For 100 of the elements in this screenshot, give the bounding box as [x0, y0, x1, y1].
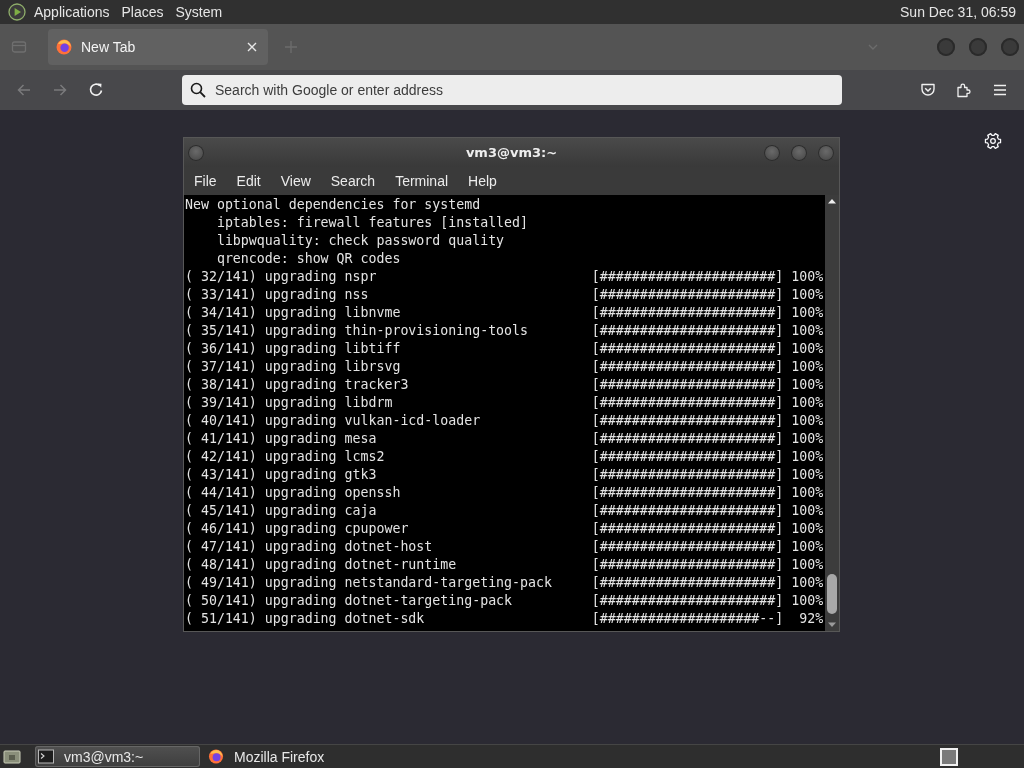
terminal-line: qrencode: show QR codes [216, 251, 401, 266]
percent-text: 100% [791, 538, 824, 556]
percent-text: 100% [791, 358, 824, 376]
address-field[interactable]: Search with Google or enter address [182, 75, 842, 105]
percent-text: 100% [791, 340, 824, 358]
percent-text: 100% [791, 322, 824, 340]
progress-bar-text: [######################] [591, 322, 784, 340]
arrow-right-icon [52, 82, 68, 98]
panel-menu[interactable]: Applications [28, 0, 116, 24]
terminal-line: ( 34/141) upgrading libnvme [185, 304, 401, 322]
menu-item[interactable]: Edit [226, 168, 271, 194]
progress-bar-text: [####################--] [591, 610, 784, 628]
menu-item[interactable]: File [184, 168, 227, 194]
browser-logo-icon [208, 749, 224, 764]
percent-text: 92% [799, 610, 824, 628]
show-desktop-icon[interactable] [3, 748, 21, 765]
progress-bar-text: [######################] [591, 412, 784, 430]
reload-icon [88, 82, 104, 98]
arrow-left-icon [16, 82, 32, 98]
taskbar-button[interactable]: Mozilla Firefox [205, 746, 333, 767]
percent-text: 100% [791, 556, 824, 574]
percent-text: 100% [791, 448, 824, 466]
terminal-line: ( 43/141) upgrading gtk3 [185, 466, 377, 484]
scroll-down-icon[interactable] [827, 622, 837, 628]
progress-bar-text: [######################] [591, 574, 784, 592]
percent-text: 100% [791, 394, 824, 412]
percent-text: 100% [791, 520, 824, 538]
terminal-line: ( 51/141) upgrading dotnet-sdk [185, 610, 425, 628]
terminal-line: ( 35/141) upgrading thin-provisioning-tools [185, 322, 529, 340]
window-control-button[interactable] [791, 144, 807, 161]
terminal-line: ( 39/141) upgrading libdrm [185, 394, 393, 412]
progress-bar-text: [######################] [591, 448, 784, 466]
progress-bar-text: [######################] [591, 466, 784, 484]
percent-text: 100% [791, 268, 824, 286]
panel-menu[interactable]: System [169, 0, 229, 24]
settings-icon[interactable] [984, 132, 1002, 150]
progress-bar-text: [######################] [591, 592, 784, 610]
terminal-line: ( 42/141) upgrading lcms2 [185, 448, 385, 466]
window-control-button[interactable] [818, 144, 834, 161]
percent-text: 100% [791, 304, 824, 322]
terminal-icon [38, 749, 54, 764]
window-menu-button[interactable] [188, 144, 204, 161]
terminal-line: ( 36/141) upgrading libtiff [185, 340, 401, 358]
puzzle-icon [956, 82, 972, 98]
menu-icon [992, 82, 1008, 98]
progress-bar-text: [######################] [591, 538, 784, 556]
terminal-line: ( 45/141) upgrading caja [185, 502, 377, 520]
progress-bar-text: [######################] [591, 304, 784, 322]
percent-text: 100% [791, 574, 824, 592]
window-control-button[interactable] [764, 144, 780, 161]
close-icon[interactable] [246, 41, 258, 53]
menu-item[interactable]: View [270, 168, 321, 194]
terminal-line: ( 40/141) upgrading vulkan-icd-loader [185, 412, 481, 430]
progress-bar-text: [######################] [591, 376, 784, 394]
terminal-line: ( 48/141) upgrading dotnet-runtime [185, 556, 457, 574]
terminal-line: ( 50/141) upgrading dotnet-targeting-pack [185, 592, 513, 610]
progress-bar-text: [######################] [591, 286, 784, 304]
percent-text: 100% [791, 286, 824, 304]
percent-text: 100% [791, 484, 824, 502]
workspace-switcher[interactable] [940, 747, 958, 766]
scroll-up-icon[interactable] [827, 198, 837, 204]
progress-bar-text: [######################] [591, 268, 784, 286]
terminal-line: ( 47/141) upgrading dotnet-host [185, 538, 433, 556]
percent-text: 100% [791, 592, 824, 610]
progress-bar-text: [######################] [591, 358, 784, 376]
terminal-line: ( 33/141) upgrading nss [185, 286, 369, 304]
menu-item[interactable]: Search [320, 168, 386, 194]
percent-text: 100% [791, 376, 824, 394]
percent-text: 100% [791, 502, 824, 520]
scrollbar-thumb[interactable] [827, 574, 837, 614]
terminal-line: ( 46/141) upgrading cpupower [185, 520, 409, 538]
progress-bar-text: [######################] [591, 484, 784, 502]
percent-text: 100% [791, 430, 824, 448]
terminal-line: ( 32/141) upgrading nspr [185, 268, 377, 286]
terminal-line: iptables: firewall features [installed] [216, 215, 529, 230]
terminal-line: New optional dependencies for systemd [185, 197, 481, 212]
menu-item[interactable]: Terminal [385, 168, 459, 194]
terminal-line: libpwquality: check password quality [216, 233, 505, 248]
browser-tab[interactable]: New Tab [48, 29, 268, 65]
menu-item[interactable]: Help [458, 168, 507, 194]
panel-menu[interactable]: Places [115, 0, 170, 24]
terminal-line: ( 41/141) upgrading mesa [185, 430, 377, 448]
pocket-icon [920, 82, 936, 98]
clock: Sun Dec 31, 06:59 [900, 4, 1016, 20]
terminal-line: ( 49/141) upgrading netstandard-targeting-pack [185, 574, 552, 592]
menu-logo-icon[interactable] [8, 3, 26, 21]
progress-bar-text: [######################] [591, 502, 784, 520]
window-title: vm3@vm3:~ [465, 145, 558, 160]
taskbar-button[interactable]: vm3@vm3:~ [35, 746, 200, 767]
percent-text: 100% [791, 412, 824, 430]
terminal-line: ( 38/141) upgrading tracker3 [185, 376, 409, 394]
terminal-line: ( 37/141) upgrading librsvg [185, 358, 401, 376]
progress-bar-text: [######################] [591, 394, 784, 412]
search-icon [190, 82, 206, 98]
terminal-line: ( 44/141) upgrading openssh [185, 484, 401, 502]
progress-bar-text: [######################] [591, 340, 784, 358]
percent-text: 100% [791, 466, 824, 484]
progress-bar-text: [######################] [591, 520, 784, 538]
progress-bar-text: [######################] [591, 556, 784, 574]
progress-bar-text: [######################] [591, 430, 784, 448]
